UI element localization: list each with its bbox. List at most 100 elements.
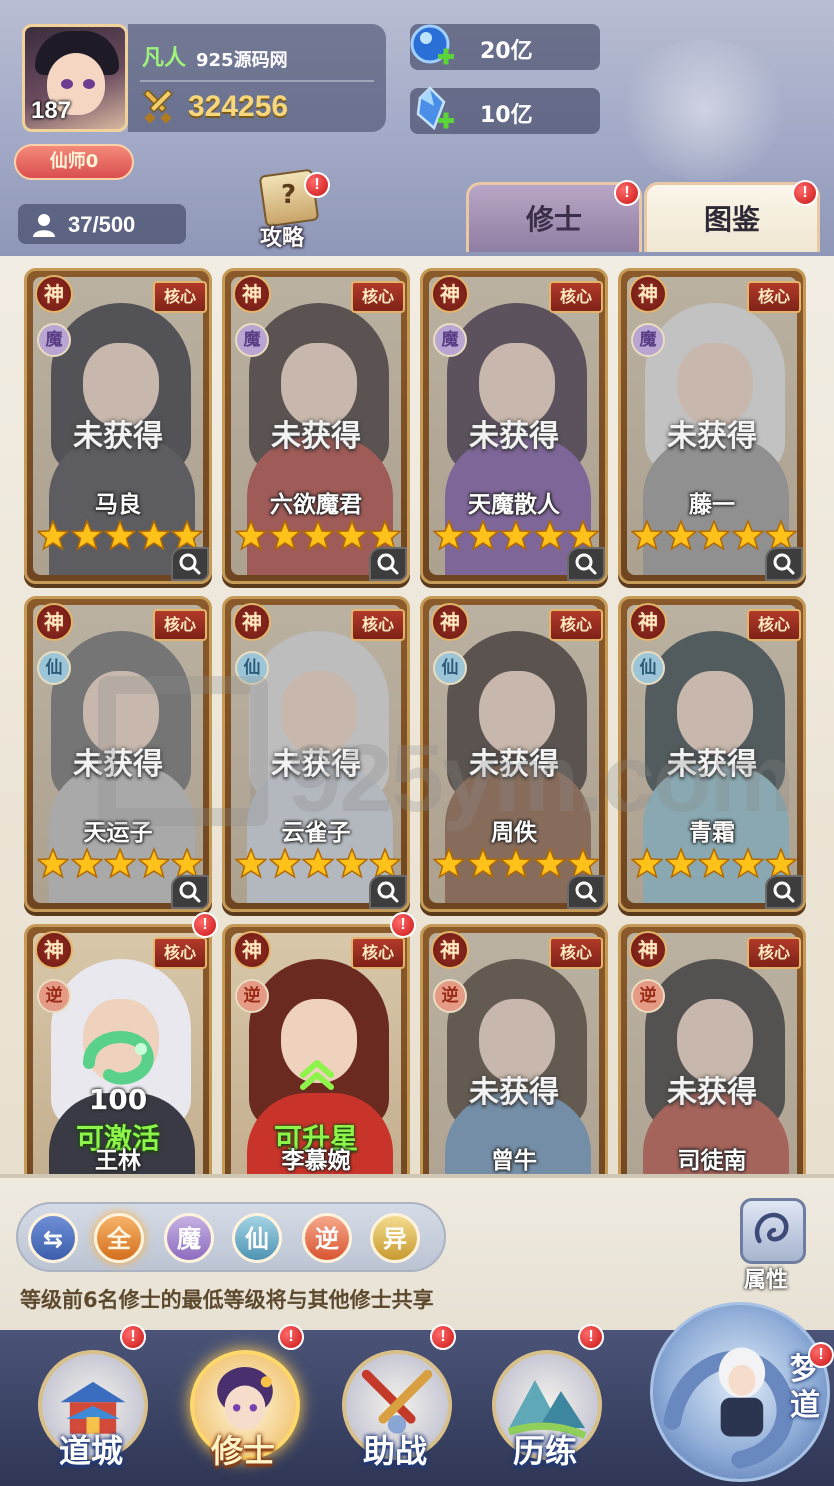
player-level: 187 xyxy=(31,97,72,124)
alert-dot: ! xyxy=(614,180,640,206)
star-icon xyxy=(137,519,170,551)
tier-badge: 神 xyxy=(431,603,469,641)
hero-card[interactable]: 神核心逆可升星 李慕婉 xyxy=(222,924,410,1174)
nav-item-cultivator[interactable]: 修士 ! xyxy=(178,1324,308,1480)
zoom-magnifier-icon[interactable] xyxy=(171,547,209,581)
alert-dot: ! xyxy=(578,1324,604,1350)
hero-card[interactable]: 神 核心逆未获得 曾牛 xyxy=(420,924,608,1174)
hero-card[interactable]: 神 核心仙未获得 周佚 xyxy=(420,596,608,912)
nav-item-training[interactable]: 历练 ! xyxy=(480,1324,610,1480)
core-badge: 核心 xyxy=(153,281,207,313)
core-badge: 核心 xyxy=(747,281,801,313)
zoom-magnifier-icon[interactable] xyxy=(567,547,605,581)
core-badge: 核心 xyxy=(747,609,801,641)
zoom-magnifier-icon[interactable] xyxy=(369,547,407,581)
filter-rebel[interactable]: 逆 xyxy=(302,1213,352,1263)
hero-card[interactable]: 神 核心魔未获得 马良 xyxy=(24,268,212,584)
star-icon xyxy=(533,519,566,551)
filter-strange[interactable]: 异 xyxy=(370,1213,420,1263)
core-badge: 核心 xyxy=(549,281,603,313)
player-avatar[interactable]: 187 xyxy=(22,24,128,132)
person-icon xyxy=(33,214,55,237)
filter-immortal[interactable]: 仙 xyxy=(232,1213,282,1263)
nav-item-assist[interactable]: 助战 ! xyxy=(330,1324,460,1480)
faction-badge: 魔 xyxy=(631,323,665,357)
attribute-button[interactable]: 属性 xyxy=(734,1198,814,1293)
star-icon xyxy=(335,847,368,879)
faction-badge: 魔 xyxy=(235,323,269,357)
hero-name: 曾牛 xyxy=(491,1148,537,1174)
tier-badge: 神 xyxy=(233,275,271,313)
star-icon xyxy=(137,847,170,879)
faction-badge: 仙 xyxy=(631,651,665,685)
star-icon xyxy=(37,519,69,551)
combat-power: 324256 xyxy=(188,90,289,123)
core-badge: 核心 xyxy=(351,609,405,641)
hero-name: 六欲魔君 xyxy=(270,492,362,518)
star-icon xyxy=(698,519,730,551)
faction-filter-bar: ⇆ 全 魔 仙 逆 异 xyxy=(16,1202,446,1272)
filter-all[interactable]: 全 xyxy=(94,1213,144,1263)
hero-status: 未获得 xyxy=(469,747,559,782)
hero-codex-grid[interactable]: 神核心魔未获得 马良神核心魔未获得 六欲魔君神核心魔未获得 天魔散人神核心魔未获得 藤一… xyxy=(0,256,834,1174)
zoom-magnifier-icon[interactable] xyxy=(765,547,803,581)
star-icon xyxy=(533,847,566,879)
player-info-panel: 凡人 925源码网 324256 xyxy=(128,24,386,132)
zoom-magnifier-icon[interactable] xyxy=(171,875,209,909)
top-header: 187 凡人 925源码网 324256 仙师0 20亿 10亿 37/500 … xyxy=(0,0,834,256)
dream-path-button[interactable]: 梦道 ! xyxy=(640,1294,834,1486)
zoom-magnifier-icon[interactable] xyxy=(567,875,605,909)
tier-badge: 神 xyxy=(431,931,469,969)
hero-card[interactable]: 神核心逆 100 可激活 王林 xyxy=(24,924,212,1174)
zoom-magnifier-icon[interactable] xyxy=(369,875,407,909)
resource-pill-crystals[interactable]: 10亿 xyxy=(410,86,600,134)
hero-portrait xyxy=(429,933,599,1174)
hero-name: 马良 xyxy=(95,492,141,518)
hero-card[interactable]: 神 核心魔未获得 天魔散人 xyxy=(420,268,608,584)
core-badge: 核心 xyxy=(549,609,603,641)
crystal-count: 10亿 xyxy=(480,103,533,128)
alert-dot: ! xyxy=(304,172,330,198)
tier-badge: 神 xyxy=(35,931,73,969)
hero-name: 藤一 xyxy=(689,492,735,518)
tier-badge: 神 xyxy=(431,275,469,313)
star-icon xyxy=(268,519,301,551)
divider xyxy=(140,80,374,82)
strategy-label: 攻略 xyxy=(260,226,305,251)
blue-orb-plus-icon[interactable] xyxy=(406,20,458,72)
core-badge: 核心 xyxy=(747,937,801,969)
star-icon xyxy=(631,519,663,551)
faction-badge: 逆 xyxy=(37,979,71,1013)
star-icon xyxy=(104,847,136,879)
hero-status: 未获得 xyxy=(271,747,361,782)
star-icon xyxy=(698,847,730,879)
resource-pill-orbs[interactable]: 20亿 xyxy=(410,24,600,70)
hero-card[interactable]: 神 核心仙未获得 云雀子 xyxy=(222,596,410,912)
strategy-button[interactable]: ? 攻略 ! xyxy=(254,168,330,252)
faction-badge: 逆 xyxy=(235,979,269,1013)
star-icon xyxy=(466,519,499,551)
hero-card[interactable]: 神 核心仙未获得 天运子 xyxy=(24,596,212,912)
cultivator-count: 37/500 xyxy=(18,204,186,244)
hero-card[interactable]: 神 核心逆未获得 司徒南 xyxy=(618,924,806,1174)
filter-demon[interactable]: 魔 xyxy=(164,1213,214,1263)
star-icon xyxy=(235,519,267,551)
hero-card[interactable]: 神 核心魔未获得 藤一 xyxy=(618,268,806,584)
core-badge: 核心 xyxy=(549,937,603,969)
hero-name: 李慕婉 xyxy=(281,1148,351,1174)
star-icon xyxy=(731,847,764,879)
swap-arrows-icon[interactable]: ⇆ xyxy=(28,1213,78,1263)
hero-card[interactable]: 神 核心仙未获得 青霜 xyxy=(618,596,806,912)
crystal-plus-icon[interactable] xyxy=(406,84,458,136)
hero-status: 未获得 xyxy=(73,747,163,782)
nav-label: 修士 xyxy=(210,1432,275,1470)
orb-count: 20亿 xyxy=(480,39,533,64)
zoom-magnifier-icon[interactable] xyxy=(765,875,803,909)
hero-card[interactable]: 神 核心魔未获得 六欲魔君 xyxy=(222,268,410,584)
title-badge[interactable]: 仙师0 xyxy=(14,144,134,180)
hero-name: 王林 xyxy=(95,1148,141,1174)
star-icon xyxy=(433,519,465,551)
nav-item-dao-city[interactable]: 道城 ! xyxy=(26,1324,156,1480)
faction-badge: 仙 xyxy=(37,651,71,685)
core-badge: 核心 xyxy=(153,609,207,641)
